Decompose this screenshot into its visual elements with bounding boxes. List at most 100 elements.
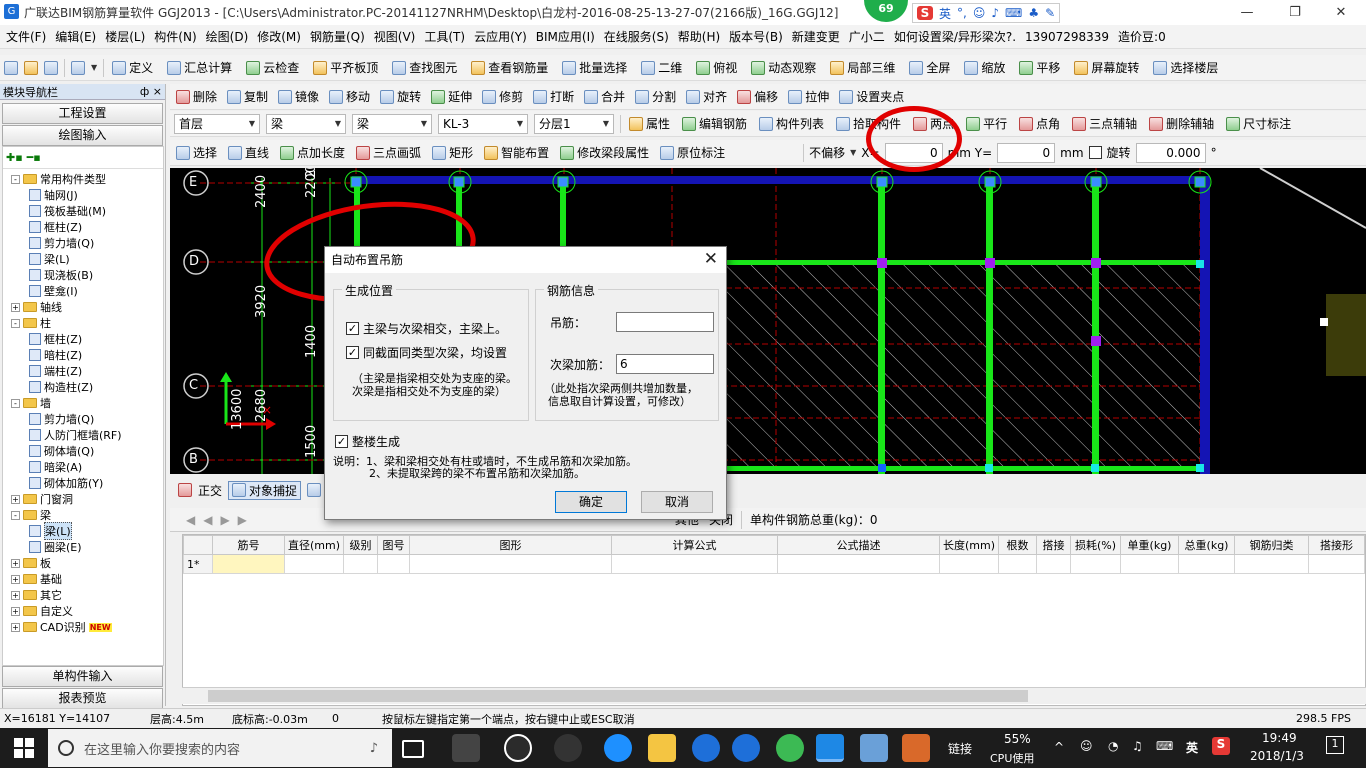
tree-expand-icon[interactable]: - <box>11 398 20 408</box>
tree-expand-icon[interactable]: + <box>11 622 20 632</box>
grid-header-cell[interactable]: 筋号 <box>211 535 285 555</box>
menu-item-1[interactable]: 编辑(E) <box>55 28 96 45</box>
grid-header-cell[interactable]: 计算公式 <box>610 535 778 555</box>
tray-ime[interactable]: 英 <box>1186 739 1198 756</box>
table-cell[interactable] <box>610 554 778 574</box>
menu-item-10[interactable]: BIM应用(I) <box>536 28 595 45</box>
object-snap-button[interactable]: 对象捕捉 <box>228 480 302 500</box>
toolbar-button-tb1-0[interactable]: 定义 <box>110 59 155 76</box>
menu-item-11[interactable]: 在线服务(S) <box>604 28 669 45</box>
toolbar-button-tb4-3[interactable]: 三点画弧 <box>354 144 423 161</box>
grid-header-cell[interactable]: 搭接 <box>1036 535 1071 555</box>
toolbar-button-tb1-10[interactable]: 局部三维 <box>828 59 897 76</box>
table-cell[interactable] <box>408 554 612 574</box>
toolbar-button-tb1-5[interactable]: 查看钢筋量 <box>469 59 550 76</box>
restore-button[interactable]: ❐ <box>1272 0 1318 25</box>
tree-expand-icon[interactable]: + <box>11 590 20 600</box>
notification-center[interactable]: 1 <box>1326 736 1344 754</box>
grid-header-cell[interactable]: 单重(kg) <box>1120 535 1179 555</box>
slab-area[interactable] <box>726 262 1202 468</box>
component-select[interactable]: KL-3 ▼ <box>438 113 528 134</box>
toolbar-button-tb3-1[interactable]: 编辑钢筋 <box>680 115 749 132</box>
tree-node[interactable]: 端柱(Z) <box>3 363 163 379</box>
tree-node[interactable]: 人防门框墙(RF) <box>3 427 163 443</box>
toolbar-button-tb1-4[interactable]: 查找图元 <box>390 59 459 76</box>
menu-item-4[interactable]: 绘图(D) <box>206 28 249 45</box>
toolbar-button-tb2-3[interactable]: 移动 <box>327 88 372 105</box>
tree-node[interactable]: 暗梁(A) <box>3 459 163 475</box>
grid-header-cell[interactable]: 根数 <box>998 535 1037 555</box>
mic-search-icon[interactable]: ♪ <box>370 741 378 756</box>
nav-single-component-button[interactable]: 单构件输入 <box>2 666 163 687</box>
scroll-thumb[interactable] <box>208 690 1028 702</box>
offset-select[interactable]: 不偏移 <box>809 144 845 161</box>
toolbar-button-tb1-15[interactable]: 选择楼层 <box>1151 59 1220 76</box>
toolbar-button-tb3-8[interactable]: 删除辅轴 <box>1147 115 1216 132</box>
menu-item-2[interactable]: 楼层(L) <box>105 28 145 45</box>
edge-legacy-icon[interactable] <box>504 734 532 762</box>
close-button[interactable]: ✕ <box>1318 0 1364 25</box>
ime-toolbar[interactable]: S 英 °, ☺ ♪ ⌨ ♣ ✎ <box>912 3 1061 23</box>
menu-item-6[interactable]: 钢筋量(Q) <box>310 28 365 45</box>
collapse-all-icon[interactable]: ━▪ <box>27 151 41 164</box>
table-cell[interactable] <box>342 554 378 574</box>
tree-node[interactable]: 暗柱(Z) <box>3 347 163 363</box>
toolbar-button-tb3-0[interactable]: 属性 <box>627 115 672 132</box>
table-cell[interactable] <box>376 554 410 574</box>
toolbar-button-tb2-10[interactable]: 对齐 <box>684 88 729 105</box>
check-whole-building[interactable]: ✓ 整楼生成 <box>335 433 400 450</box>
tree-node[interactable]: 砌体墙(Q) <box>3 443 163 459</box>
glodon-g-icon[interactable] <box>732 734 760 762</box>
ok-button[interactable]: 确定 <box>555 491 627 513</box>
toolbar-button-tb3-5[interactable]: 平行 <box>964 115 1009 132</box>
wall-right[interactable] <box>1200 176 1210 474</box>
tree-node[interactable]: 构造柱(Z) <box>3 379 163 395</box>
toolbar-button-tb4-2[interactable]: 点加长度 <box>278 144 347 161</box>
tray-time[interactable]: 19:49 <box>1262 731 1297 745</box>
tree-node[interactable]: -梁 <box>3 507 163 523</box>
grid-header-cell[interactable]: 直径(mm) <box>283 535 344 555</box>
save-icon[interactable] <box>44 60 58 75</box>
taskbar-search[interactable]: 在这里输入你要搜索的内容 ♪ <box>48 729 392 767</box>
tray-people-icon[interactable]: ☺ <box>1080 739 1093 753</box>
menu-item-8[interactable]: 工具(T) <box>424 28 465 45</box>
toolbar-button-tb2-5[interactable]: 延伸 <box>429 88 474 105</box>
tree-node[interactable]: -柱 <box>3 315 163 331</box>
toolbar-button-tb1-1[interactable]: 汇总计算 <box>165 59 234 76</box>
table-cell[interactable] <box>776 554 940 574</box>
toolbar-button-tb2-8[interactable]: 合并 <box>582 88 627 105</box>
grid-header-cell[interactable]: 损耗(%) <box>1070 535 1121 555</box>
nav-pin-icon[interactable]: ф × <box>140 85 162 98</box>
windows-start-icon[interactable] <box>14 738 34 758</box>
menu-item-17[interactable]: 13907298339 <box>1025 30 1109 44</box>
rebar-grid[interactable]: 筋号 直径(mm) 级别 图号 图形 计算公式 公式描述 长度(mm) 根数 搭接 损耗(%) 单重(… <box>182 534 1366 706</box>
expand-all-icon[interactable]: ✚▪ <box>6 151 23 164</box>
skin-icon[interactable]: ♣ <box>1028 6 1039 20</box>
keyboard-icon[interactable]: ⌨ <box>1005 6 1022 20</box>
table-cell[interactable] <box>1178 554 1235 574</box>
new-file-icon[interactable] <box>4 60 18 75</box>
toolbar-button-tb4-1[interactable]: 直线 <box>226 144 271 161</box>
tree-node[interactable]: + 板 <box>3 555 163 571</box>
check-same-section[interactable]: ✓ 同截面同类型次梁，均设置 <box>346 344 507 361</box>
toolbar-button-tb4-0[interactable]: 选择 <box>174 144 219 161</box>
menu-item-0[interactable]: 文件(F) <box>6 28 46 45</box>
table-cell[interactable] <box>938 554 1000 574</box>
tree-node[interactable]: 剪力墙(Q) <box>3 411 163 427</box>
tree-node[interactable]: + 门窗洞 <box>3 491 163 507</box>
tree-node[interactable]: 剪力墙(Q) <box>3 235 163 251</box>
tree-expand-icon[interactable]: - <box>11 510 20 520</box>
toolbar-button-tb4-6[interactable]: 修改梁段属性 <box>558 144 651 161</box>
hanger-input[interactable] <box>616 312 714 332</box>
toolbar-button-tb3-9[interactable]: 尺寸标注 <box>1224 115 1293 132</box>
tree-node[interactable]: 梁(L) <box>3 251 163 267</box>
toolbar-button-tb2-2[interactable]: 镜像 <box>276 88 321 105</box>
grid-header-cell[interactable]: 总重(kg) <box>1178 535 1235 555</box>
menu-item-16[interactable]: 如何设置梁/异形梁次?. <box>894 28 1016 45</box>
app-spiral-icon[interactable] <box>554 734 582 762</box>
tree-node[interactable]: + 自定义 <box>3 603 163 619</box>
menu-item-7[interactable]: 视图(V) <box>374 28 416 45</box>
grid-header-cell[interactable]: 级别 <box>342 535 378 555</box>
table-cell[interactable] <box>1234 554 1309 574</box>
tree-expand-icon[interactable]: - <box>11 318 20 328</box>
